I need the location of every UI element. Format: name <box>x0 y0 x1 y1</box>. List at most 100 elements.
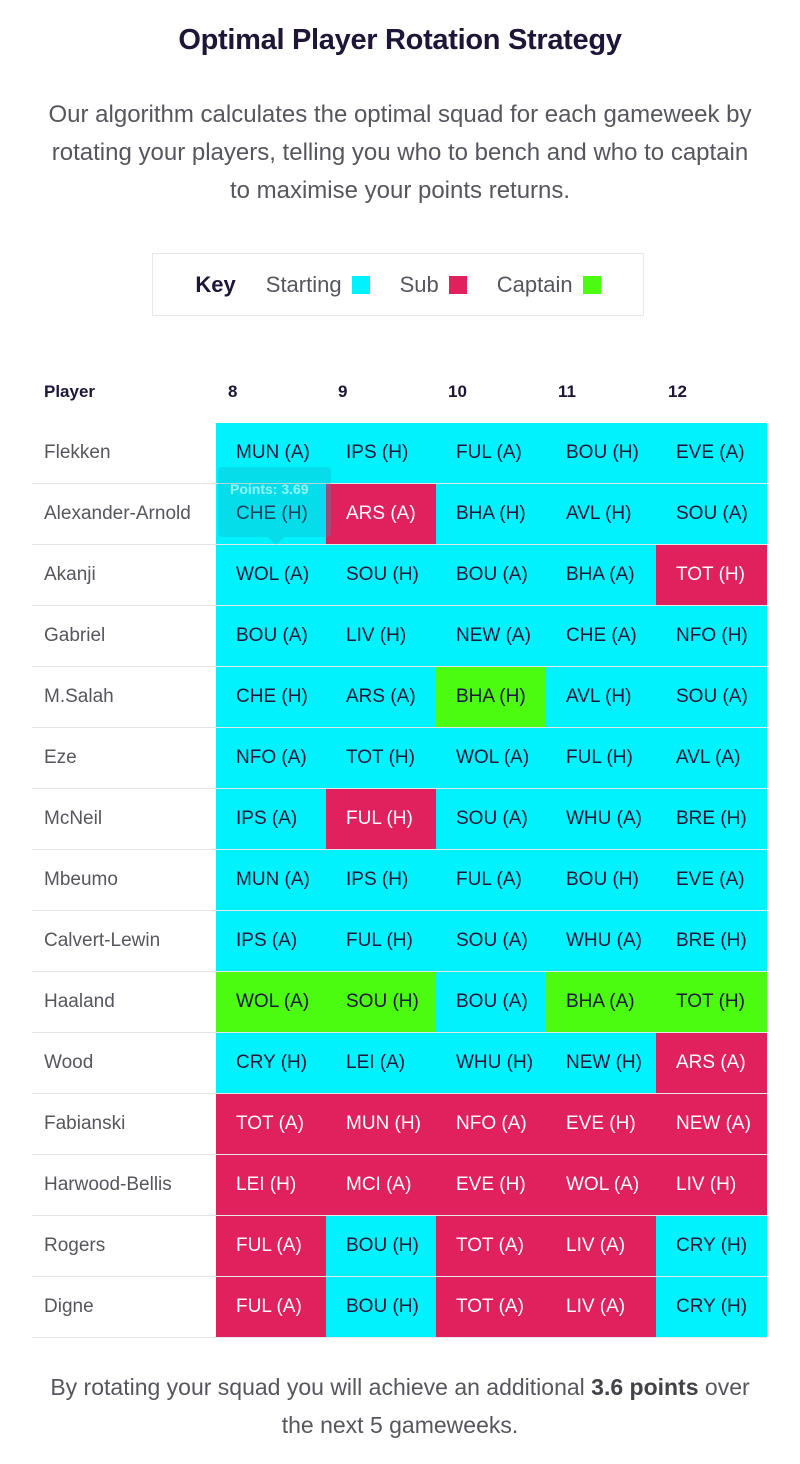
fixture-cell-sub[interactable]: FUL (A) <box>216 1216 326 1276</box>
fixture-cell-starting[interactable]: IPS (A) <box>216 911 326 971</box>
fixture-cell-sub[interactable]: TOT (A) <box>436 1216 546 1276</box>
fixture-cell-starting[interactable]: MUN (A) <box>216 850 326 910</box>
player-name: McNeil <box>44 808 103 829</box>
fixture-cell-starting[interactable]: CHE (H) <box>216 667 326 727</box>
fixture-cell-starting[interactable]: NFO (H) <box>656 606 767 666</box>
fixture-cell-starting[interactable]: SOU (H) <box>326 545 436 605</box>
fixture-cell-starting[interactable]: FUL (A) <box>436 850 546 910</box>
fixture-cell-starting[interactable]: WHU (H) <box>436 1033 546 1093</box>
player-name: Wood <box>44 1052 94 1073</box>
fixture-cell-starting[interactable]: IPS (A) <box>216 789 326 849</box>
key-label: Key <box>195 271 236 297</box>
fixture-cell-starting[interactable]: FUL (H) <box>546 728 656 788</box>
fixture-cell-starting[interactable]: BRE (H) <box>656 789 767 849</box>
fixture-cell-sub[interactable]: NEW (A) <box>656 1094 767 1154</box>
player-name: Rogers <box>44 1235 106 1256</box>
fixture-cell-starting[interactable]: CRY (H) <box>656 1277 767 1337</box>
key-item-label: Sub <box>399 271 439 297</box>
player-name: Alexander-Arnold <box>44 503 191 524</box>
fixture-cell-sub[interactable]: LIV (A) <box>546 1277 656 1337</box>
key-item-captain: Captain <box>497 272 601 298</box>
fixture-cell-sub[interactable]: TOT (H) <box>656 545 767 605</box>
table-body: Flekken MUN (A) IPS (H) FUL (A) BOU (H) EVE (… <box>32 422 767 1338</box>
fixture-cell-starting[interactable]: BOU (H) <box>326 1277 436 1337</box>
fixture-cell-starting[interactable]: AVL (H) <box>546 667 656 727</box>
fixture-cell-sub[interactable]: FUL (H) <box>326 789 436 849</box>
fixture-cell-sub[interactable]: TOT (A) <box>436 1277 546 1337</box>
fixture-cell-starting[interactable]: FUL (A) <box>436 423 546 483</box>
fixture-cell-starting[interactable]: CHE (A) <box>546 606 656 666</box>
fixture-cell-starting[interactable]: WHU (A) <box>546 789 656 849</box>
fixture-cell-starting[interactable]: SOU (A) <box>656 667 767 727</box>
summary-text: By rotating your squad you will achieve … <box>40 1368 760 1444</box>
fixture-cell-starting[interactable]: NEW (H) <box>546 1033 656 1093</box>
fixture-cell-starting[interactable]: IPS (H) <box>326 423 436 483</box>
fixture-cell-starting[interactable]: LEI (A) <box>326 1033 436 1093</box>
table-row: Calvert-Lewin IPS (A) FUL (H) SOU (A) WHU (A… <box>32 911 767 972</box>
fixture-cell-starting[interactable]: BHA (H) <box>436 484 546 544</box>
fixture-cell-sub[interactable]: EVE (H) <box>436 1155 546 1215</box>
key-item-label: Captain <box>496 271 573 297</box>
fixture-cell-starting[interactable]: BOU (A) <box>436 972 546 1032</box>
fixture-cell-starting[interactable]: BOU (A) <box>436 545 546 605</box>
table-row: McNeil IPS (A) FUL (H) SOU (A) WHU (A) BRE (H… <box>32 789 767 850</box>
fixture-cell-captain[interactable]: SOU (H) <box>326 972 436 1032</box>
fixture-cell-sub[interactable]: LEI (H) <box>216 1155 326 1215</box>
player-name: Haaland <box>44 991 115 1012</box>
fixture-cell-starting[interactable]: SOU (A) <box>656 484 767 544</box>
fixture-cell-starting[interactable]: BHA (A) <box>546 545 656 605</box>
fixture-cell-sub[interactable]: LIV (H) <box>656 1155 767 1215</box>
fixture-cell-starting[interactable]: BOU (A) <box>216 606 326 666</box>
fixture-cell-starting[interactable]: LIV (H) <box>326 606 436 666</box>
fixture-cell-starting[interactable]: NEW (A) <box>436 606 546 666</box>
key-item-starting: Starting <box>266 272 370 298</box>
gameweek-header: 11 <box>558 382 576 401</box>
table-row: Harwood-Bellis LEI (H) MCI (A) EVE (H) WOL (… <box>32 1155 767 1216</box>
fixture-cell-starting[interactable]: FUL (H) <box>326 911 436 971</box>
fixture-cell-starting[interactable]: NFO (A) <box>216 728 326 788</box>
fixture-cell-starting[interactable]: CRY (H) <box>216 1033 326 1093</box>
summary-points-highlight: 3.6 points <box>591 1374 699 1400</box>
fixture-cell-starting[interactable]: EVE (A) <box>656 850 767 910</box>
fixture-cell-starting[interactable]: WOL (A) <box>436 728 546 788</box>
fixture-cell-sub[interactable]: MCI (A) <box>326 1155 436 1215</box>
fixture-cell-sub[interactable]: FUL (A) <box>216 1277 326 1337</box>
fixture-cell-sub[interactable]: ARS (A) <box>656 1033 767 1093</box>
fixture-cell-sub[interactable]: LIV (A) <box>546 1216 656 1276</box>
fixture-cell-captain[interactable]: BHA (H) <box>436 667 546 727</box>
table-row: Fabianski TOT (A) MUN (H) NFO (A) EVE (H) NEW… <box>32 1094 767 1155</box>
fixture-cell-starting[interactable]: TOT (H) <box>326 728 436 788</box>
player-name: Harwood-Bellis <box>44 1174 172 1195</box>
fixture-cell-sub[interactable]: ARS (A) <box>326 484 436 544</box>
fixture-cell-captain[interactable]: TOT (H) <box>656 972 767 1032</box>
fixture-cell-starting[interactable]: AVL (H) <box>546 484 656 544</box>
player-name: Digne <box>44 1296 94 1317</box>
player-column-header: Player <box>44 382 96 401</box>
fixture-cell-captain[interactable]: BHA (A) <box>546 972 656 1032</box>
gameweek-header: 9 <box>338 382 348 401</box>
fixture-cell-starting[interactable]: ARS (A) <box>326 667 436 727</box>
fixture-cell-starting[interactable]: CRY (H) <box>656 1216 767 1276</box>
table-row: Haaland WOL (A) SOU (H) BOU (A) BHA (A) TOT (… <box>32 972 767 1033</box>
fixture-cell-sub[interactable]: EVE (H) <box>546 1094 656 1154</box>
tooltip-text: Points: 3.69 <box>230 481 309 497</box>
fixture-cell-sub[interactable]: WOL (A) <box>546 1155 656 1215</box>
table-row: M.Salah CHE (H) ARS (A) BHA (H) AVL (H) SOU (… <box>32 667 767 728</box>
fixture-cell-starting[interactable]: EVE (A) <box>656 423 767 483</box>
fixture-cell-starting[interactable]: IPS (H) <box>326 850 436 910</box>
table-row: Gabriel BOU (A) LIV (H) NEW (A) CHE (A) NFO (… <box>32 606 767 667</box>
fixture-cell-starting[interactable]: BRE (H) <box>656 911 767 971</box>
fixture-cell-starting[interactable]: BOU (H) <box>546 423 656 483</box>
fixture-cell-starting[interactable]: SOU (A) <box>436 911 546 971</box>
fixture-cell-sub[interactable]: MUN (H) <box>326 1094 436 1154</box>
fixture-cell-starting[interactable]: AVL (A) <box>656 728 767 788</box>
fixture-cell-sub[interactable]: NFO (A) <box>436 1094 546 1154</box>
gameweek-header: 8 <box>228 382 238 401</box>
fixture-cell-starting[interactable]: WOL (A) <box>216 545 326 605</box>
fixture-cell-starting[interactable]: WHU (A) <box>546 911 656 971</box>
fixture-cell-starting[interactable]: BOU (H) <box>326 1216 436 1276</box>
fixture-cell-starting[interactable]: SOU (A) <box>436 789 546 849</box>
fixture-cell-starting[interactable]: BOU (H) <box>546 850 656 910</box>
fixture-cell-captain[interactable]: WOL (A) <box>216 972 326 1032</box>
fixture-cell-sub[interactable]: TOT (A) <box>216 1094 326 1154</box>
